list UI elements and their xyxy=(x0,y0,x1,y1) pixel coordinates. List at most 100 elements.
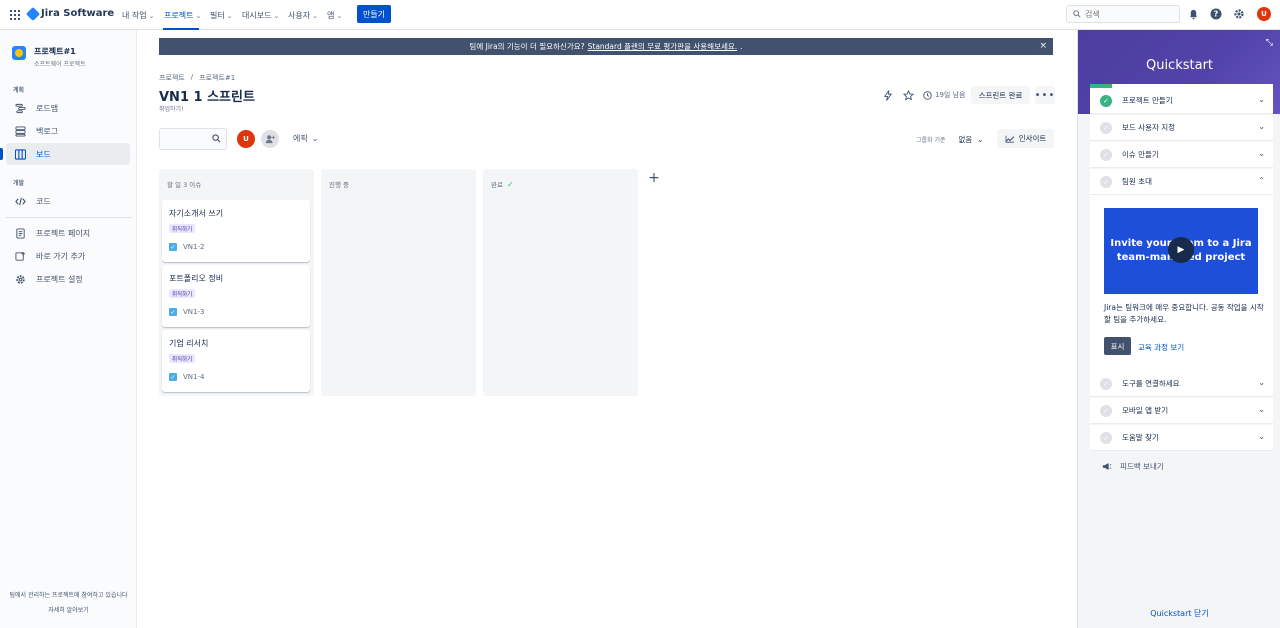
epic-filter[interactable]: 에픽 ⌄ xyxy=(293,133,318,144)
jira-logo[interactable]: Jira Software xyxy=(25,6,114,21)
feedback-button[interactable]: 피드백 보내기 xyxy=(1102,461,1164,472)
settings-gear-icon[interactable] xyxy=(1233,8,1245,20)
checkmark-icon: ✓ xyxy=(506,179,514,189)
team-managed-notice: 팀에서 관리하는 프로젝트에 참여하고 있습니다 xyxy=(9,592,128,599)
quickstart-item-label: 보드 사용자 지정 xyxy=(1122,123,1176,132)
check-circle-icon: ✓ xyxy=(1100,175,1112,188)
banner-suffix: . xyxy=(740,42,743,51)
epic-label: 취직하기 xyxy=(169,354,196,363)
quickstart-item-label: 모바일 앱 받기 xyxy=(1122,406,1169,415)
nav-projects[interactable]: 프로젝트 ⌄ xyxy=(164,10,201,21)
global-search[interactable] xyxy=(1066,5,1180,23)
quickstart-item-label: 프로젝트 만들기 xyxy=(1122,96,1173,105)
play-icon[interactable]: ▶ xyxy=(1168,237,1194,263)
chart-line-icon xyxy=(1005,135,1015,143)
insights-button[interactable]: 인사이트 xyxy=(997,129,1054,148)
issue-key: VN1-3 xyxy=(183,308,205,316)
sidebar-item-label: 바로 가기 추가 xyxy=(36,251,86,261)
issue-key-row: ✓ VN1-3 xyxy=(169,308,204,316)
add-shortcut-icon xyxy=(14,250,26,262)
quickstart-panel: ⤡ Quickstart ✓ 프로젝트 만들기 ⌄ ✓ 보드 사용자 지정 ⌄ … xyxy=(1077,30,1280,628)
issue-card[interactable]: 기업 리서치 취직하기 ✓ VN1-4 xyxy=(162,330,310,392)
breadcrumb-separator: / xyxy=(190,73,194,81)
nav-apps[interactable]: 앱 ⌄ xyxy=(327,10,342,21)
chevron-down-icon: ⌄ xyxy=(1258,378,1265,387)
check-circle-icon: ✓ xyxy=(1100,431,1112,444)
top-navigation: Jira Software 내 작업 ⌄ 프로젝트 ⌄ 필터 ⌄ 대시보드 ⌄ 사용자 ⌄… xyxy=(0,0,1280,30)
invite-team-video[interactable]: Invite your team to a Jira team-managed … xyxy=(1104,208,1258,294)
close-quickstart-link[interactable]: Quickstart 닫기 xyxy=(1078,608,1280,619)
show-button[interactable]: 표시 xyxy=(1104,337,1131,355)
quickstart-item-create-issue[interactable]: ✓ 이슈 만들기 ⌄ xyxy=(1090,142,1273,168)
sidebar-item-roadmap[interactable]: 로드맵 xyxy=(6,97,130,119)
user-avatar[interactable]: U xyxy=(1257,7,1271,21)
chevron-down-icon: ⌄ xyxy=(977,134,984,144)
insights-label: 인사이트 xyxy=(1018,134,1047,143)
quickstart-item-connect-tools[interactable]: ✓ 도구를 연결하세요 ⌄ xyxy=(1090,371,1273,397)
clock-icon xyxy=(923,90,932,100)
breadcrumb-project[interactable]: 프로젝트#1 xyxy=(199,73,235,83)
column-title: 진행 중 xyxy=(329,181,350,189)
sidebar-item-backlog[interactable]: 백로그 xyxy=(6,120,130,142)
gear-icon xyxy=(14,273,26,285)
issue-card[interactable]: 자기소개서 쓰기 취직하기 ✓ VN1-2 xyxy=(162,200,310,262)
epic-label: 취직하기 xyxy=(169,224,196,233)
nav-people[interactable]: 사용자 ⌄ xyxy=(288,10,318,21)
quickstart-item-mobile-app[interactable]: ✓ 모바일 앱 받기 ⌄ xyxy=(1090,398,1273,424)
chevron-down-icon: ⌄ xyxy=(148,11,155,20)
add-column-plus-icon[interactable]: + xyxy=(646,170,662,186)
chevron-down-icon: ⌄ xyxy=(1258,405,1265,414)
assignee-filter-avatar[interactable]: U xyxy=(237,130,255,148)
add-people-icon[interactable] xyxy=(261,130,279,148)
collapse-arrows-icon[interactable]: ⤡ xyxy=(1266,38,1273,48)
board-search-input[interactable] xyxy=(164,133,212,140)
quickstart-item-create-project[interactable]: ✓ 프로젝트 만들기 ⌄ xyxy=(1090,88,1273,114)
more-actions-button[interactable]: ••• xyxy=(1035,86,1055,104)
nav-your-work[interactable]: 내 작업 ⌄ xyxy=(122,10,155,21)
backlog-icon xyxy=(14,125,26,137)
project-header[interactable]: 프로젝트#1 소프트웨어 프로젝트 xyxy=(12,46,86,68)
group-by-select[interactable]: 없음 ⌄ xyxy=(950,130,992,148)
quickstart-item-customize-board[interactable]: ✓ 보드 사용자 지정 ⌄ xyxy=(1090,115,1273,141)
check-circle-icon: ✓ xyxy=(1100,94,1112,107)
sidebar-item-project-settings[interactable]: 프로젝트 설정 xyxy=(6,268,130,290)
group-by-label: 그룹화 기준 xyxy=(916,137,946,144)
view-course-link[interactable]: 교육 과정 보기 xyxy=(1138,342,1184,353)
complete-sprint-button[interactable]: 스프린트 완료 xyxy=(971,86,1030,104)
task-checkbox-icon: ✓ xyxy=(169,373,177,381)
sidebar-item-code[interactable]: 코드 xyxy=(6,190,130,212)
chevron-down-icon: ⌄ xyxy=(311,134,319,143)
notifications-icon[interactable] xyxy=(1187,8,1199,20)
issue-card[interactable]: 포트폴리오 정비 취직하기 ✓ VN1-3 xyxy=(162,265,310,327)
check-circle-icon: ✓ xyxy=(1100,148,1112,161)
star-icon[interactable] xyxy=(902,89,914,101)
board-search[interactable] xyxy=(159,128,227,150)
nav-filters[interactable]: 필터 ⌄ xyxy=(210,10,233,21)
app-switcher-icon[interactable] xyxy=(10,10,20,20)
chevron-up-icon: ⌃ xyxy=(1258,176,1265,185)
learn-more-link[interactable]: 자세히 알아보기 xyxy=(0,605,137,614)
sidebar-item-label: 로드맵 xyxy=(36,103,59,113)
nav-dashboards[interactable]: 대시보드 ⌄ xyxy=(242,10,279,21)
help-icon[interactable]: ? xyxy=(1210,8,1222,20)
quickstart-item-label: 팀원 초대 xyxy=(1122,177,1152,186)
board-column-done: 완료 ✓ xyxy=(483,169,638,396)
sidebar-item-label: 프로젝트 설정 xyxy=(36,274,83,284)
upgrade-banner: 팀에 Jira의 기능이 더 필요하신가요? Standard 플랜의 무료 평… xyxy=(159,38,1053,55)
nav-label: 프로젝트 xyxy=(164,11,194,20)
board-column-todo: 할 일 3 이슈 자기소개서 쓰기 취직하기 ✓ VN1-2 포트폴리오 정비 … xyxy=(159,169,314,396)
automation-lightning-icon[interactable] xyxy=(882,89,894,101)
close-icon[interactable]: × xyxy=(1039,41,1047,51)
task-checkbox-icon: ✓ xyxy=(169,243,177,251)
quickstart-item-invite-team[interactable]: ✓ 팀원 초대 ⌃ xyxy=(1090,169,1273,195)
nav-label: 내 작업 xyxy=(122,11,147,20)
breadcrumb-projects[interactable]: 프로젝트 xyxy=(159,73,185,83)
search-input[interactable] xyxy=(1085,9,1165,19)
create-button[interactable]: 만들기 xyxy=(357,5,391,23)
sidebar-item-board[interactable]: 보드 xyxy=(0,143,130,165)
quickstart-item-find-help[interactable]: ✓ 도움말 찾기 ⌄ xyxy=(1090,425,1273,451)
sidebar-item-add-shortcut[interactable]: 바로 가기 추가 xyxy=(6,245,130,267)
banner-link[interactable]: Standard 플랜의 무료 평가판을 사용해보세요. xyxy=(588,41,738,52)
board-column-in-progress: 진행 중 xyxy=(321,169,476,396)
sidebar-item-project-pages[interactable]: 프로젝트 페이지 xyxy=(6,222,130,244)
